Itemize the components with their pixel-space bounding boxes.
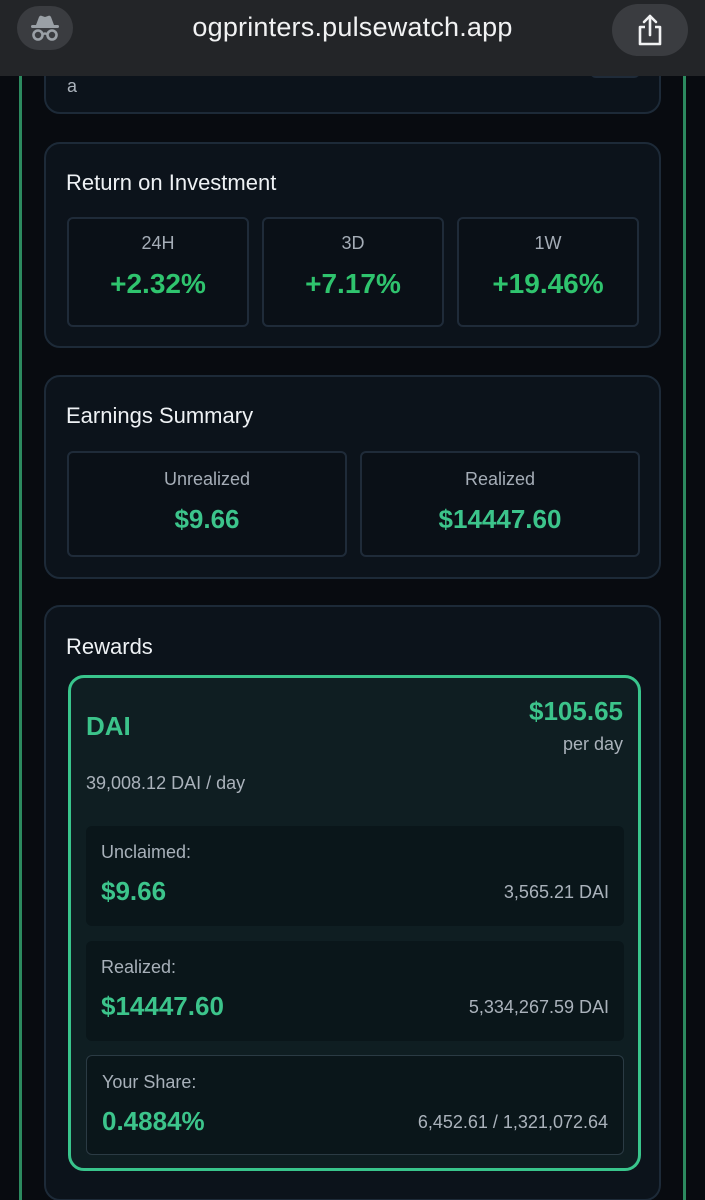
roi-3d-label: 3D (341, 233, 365, 253)
unclaimed-value: $9.66 (101, 876, 167, 906)
roi-1w-tile: 1W +19.46% (457, 217, 639, 327)
earnings-card: Earnings Summary Unrealized $9.66 Realiz… (44, 375, 661, 579)
realized-rewards-box: Realized: $14447.60 5,334,267.59 DAI (86, 941, 624, 1041)
realized-tile: Realized $14447.60 (360, 451, 640, 557)
reward-token: DAI (86, 711, 131, 741)
unrealized-label: Unrealized (163, 469, 251, 489)
reward-per-day-value: $105.65 (529, 696, 623, 726)
your-share-box: Your Share: 0.4884% 6,452.61 / 1,321,072… (86, 1055, 624, 1155)
realized-rewards-amount: 5,334,267.59 DAI (468, 997, 609, 1017)
unclaimed-amount: 3,565.21 DAI (503, 882, 609, 902)
your-share-value: 0.4884% (102, 1106, 205, 1136)
your-share-label: Your Share: (102, 1072, 197, 1092)
realized-value: $14447.60 (438, 504, 562, 534)
unrealized-value: $9.66 (174, 504, 240, 534)
frame-border-left (19, 76, 22, 1200)
dai-reward-box: DAI $105.65 per day 39,008.12 DAI / day … (68, 675, 641, 1171)
roi-24h-tile: 24H +2.32% (67, 217, 249, 327)
reward-rate: 39,008.12 DAI / day (86, 773, 246, 793)
roi-1w-label: 1W (534, 233, 562, 253)
roi-title: Return on Investment (66, 170, 277, 195)
browser-toolbar: ogprinters.pulsewatch.app (0, 0, 705, 76)
realized-rewards-label: Realized: (101, 957, 177, 977)
roi-3d-value: +7.17% (305, 268, 401, 299)
unrealized-tile: Unrealized $9.66 (67, 451, 347, 557)
incognito-icon (31, 15, 59, 41)
share-button[interactable] (612, 4, 688, 56)
address-bar[interactable]: ogprinters.pulsewatch.app (100, 12, 605, 43)
earnings-title: Earnings Summary (66, 403, 254, 428)
roi-24h-label: 24H (141, 233, 175, 253)
unclaimed-label: Unclaimed: (101, 842, 192, 862)
page-content: a Return on Investment 24H +2.32% 3D +7.… (0, 76, 705, 1200)
reward-per-day-label: per day (562, 734, 623, 754)
previous-card-text: a (67, 76, 78, 96)
incognito-button[interactable] (17, 6, 73, 50)
share-icon (638, 14, 662, 46)
rewards-card: Rewards DAI $105.65 per day 39,008.12 DA… (44, 605, 661, 1200)
your-share-detail: 6,452.61 / 1,321,072.64 (417, 1112, 608, 1132)
realized-rewards-value: $14447.60 (101, 991, 224, 1021)
roi-card: Return on Investment 24H +2.32% 3D +7.17… (44, 142, 661, 348)
roi-1w-value: +19.46% (492, 268, 604, 299)
roi-24h-value: +2.32% (110, 268, 206, 299)
roi-3d-tile: 3D +7.17% (262, 217, 444, 327)
previous-card: a (44, 76, 661, 114)
rewards-title: Rewards (66, 634, 153, 659)
frame-border-right (683, 76, 686, 1200)
realized-label: Realized (464, 469, 536, 489)
unclaimed-box: Unclaimed: $9.66 3,565.21 DAI (86, 826, 624, 926)
previous-card-button[interactable] (590, 76, 640, 78)
